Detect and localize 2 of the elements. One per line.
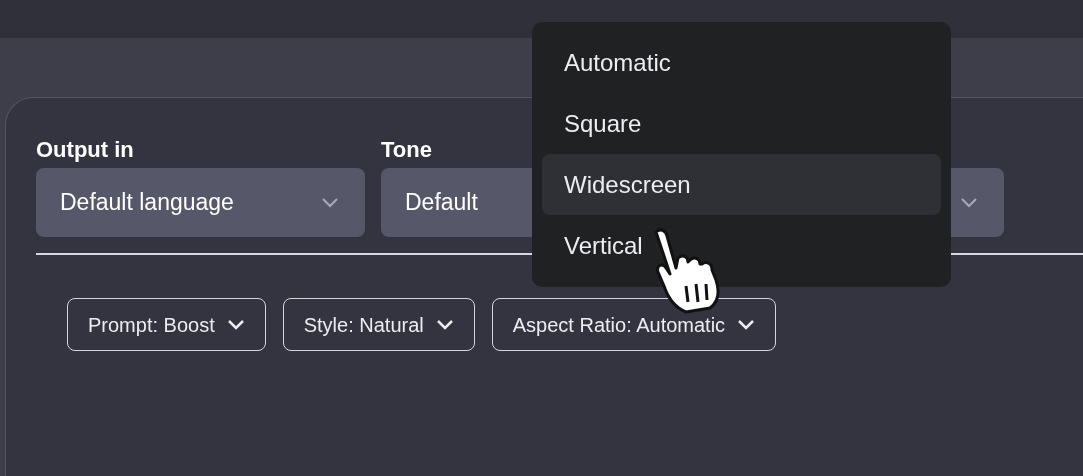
- field-label: Tone: [381, 136, 432, 164]
- field-label: Output in: [36, 136, 134, 164]
